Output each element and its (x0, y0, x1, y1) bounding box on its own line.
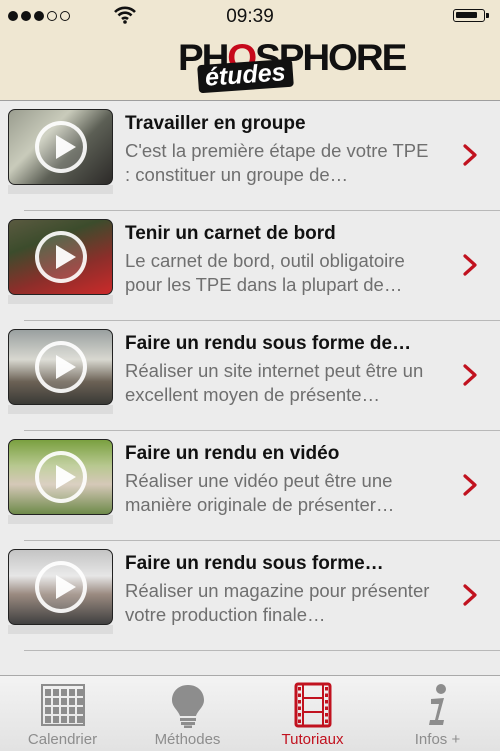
tutorial-title: Travailler en groupe (125, 113, 306, 134)
tutorial-description: Le carnet de bord, outil obligatoire pou… (125, 250, 405, 295)
thumbnail-reflection (8, 405, 113, 414)
play-icon (34, 561, 87, 613)
chevron-right-icon (463, 474, 477, 496)
tutorial-description: Réaliser un magazine pour présenter votr… (125, 580, 430, 625)
tutorial-list-item[interactable]: Travailler en groupe C'est la première ét… (0, 101, 500, 211)
thumbnail-reflection (8, 295, 113, 304)
lightbulb-icon (165, 682, 211, 728)
tutorial-list-item[interactable]: Faire un rendu en vidéo Réaliser une vidé… (0, 431, 500, 541)
chevron-right-icon (463, 584, 477, 606)
video-thumbnail[interactable] (8, 549, 113, 625)
video-thumbnail[interactable] (8, 329, 113, 405)
tab-label: Calendrier (27, 731, 98, 748)
tutorial-list-item[interactable]: Faire un rendu sous forme… Réaliser un ma… (0, 541, 500, 651)
logo-sub-text: études (197, 58, 294, 94)
tutorial-description: Réaliser une vidéo peut être une manière… (125, 470, 395, 515)
tutorial-title: Tenir un carnet de bord (125, 223, 336, 244)
tutorial-title: Faire un rendu en vidéo (125, 443, 340, 464)
tutorial-title: Faire un rendu sous forme de… (125, 333, 412, 354)
tab-label: Méthodes (154, 731, 221, 748)
chevron-right-icon (463, 364, 477, 386)
navigation-bar: PHOSPHORE études (0, 32, 500, 101)
thumbnail-reflection (8, 515, 113, 524)
chevron-right-icon (463, 254, 477, 276)
video-thumbnail[interactable] (8, 439, 113, 515)
tab-film-strip[interactable]: Tutoriaux (250, 676, 375, 751)
play-icon (34, 121, 87, 173)
phosphore-etudes-logo: PHOSPHORE études (178, 38, 407, 94)
tutorial-description: C'est la première étape de votre TPE : c… (125, 140, 429, 185)
status-time: 09:39 (226, 6, 274, 27)
status-bar: 09:39 (0, 0, 500, 32)
tab-label: Infos + (414, 731, 461, 748)
tab-lightbulb[interactable]: Méthodes (125, 676, 250, 751)
tutorial-description: Réaliser un site internet peut être un e… (125, 360, 424, 405)
play-icon (34, 341, 87, 393)
tutorial-list-item[interactable]: Tenir un carnet de bord Le carnet de bord… (0, 211, 500, 321)
video-thumbnail[interactable] (8, 109, 113, 185)
film-strip-icon (290, 682, 336, 728)
battery-nub (486, 13, 489, 18)
play-icon (34, 231, 87, 283)
tab-bar: Calendrier Méthodes Tutoriaux Infos + (0, 675, 500, 751)
play-icon (34, 451, 87, 503)
row-separator (24, 650, 500, 651)
tutorial-title: Faire un rendu sous forme… (125, 553, 384, 574)
tab-info[interactable]: Infos + (375, 676, 500, 751)
tab-label: Tutoriaux (281, 731, 344, 748)
tab-calendar-grid[interactable]: Calendrier (0, 676, 125, 751)
battery-icon (453, 9, 489, 22)
video-thumbnail[interactable] (8, 219, 113, 295)
thumbnail-reflection (8, 625, 113, 634)
battery-fill (456, 12, 477, 18)
calendar-grid-icon (40, 682, 86, 728)
chevron-right-icon (463, 144, 477, 166)
tutorial-list-item[interactable]: Faire un rendu sous forme de… Réaliser un… (0, 321, 500, 431)
info-icon (415, 682, 461, 728)
thumbnail-reflection (8, 185, 113, 194)
